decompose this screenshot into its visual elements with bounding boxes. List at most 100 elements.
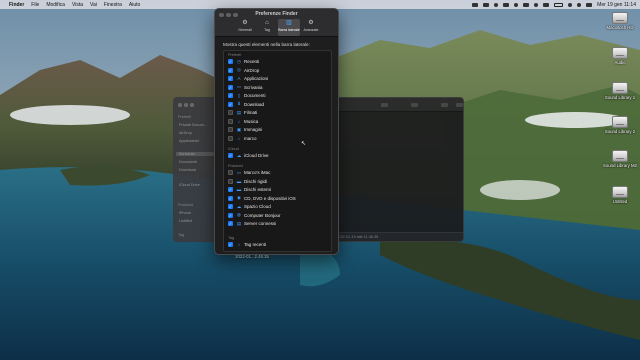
- option-label: Spazio Cloud: [244, 204, 271, 209]
- status-icon-1[interactable]: [472, 2, 479, 7]
- tab-avanzate[interactable]: ⚙ Avanzate: [300, 19, 322, 36]
- gear-icon: ⚙: [242, 20, 248, 26]
- sidebar-option-dischi-esterni[interactable]: ✓ ▬ Dischi esterni: [228, 186, 271, 193]
- tab-generali[interactable]: ⚙ Generali: [234, 19, 256, 36]
- desktop-drive-sound-library-2[interactable]: Sound Library 2: [596, 116, 640, 134]
- action-button[interactable]: [411, 103, 418, 107]
- status-icon-5[interactable]: [514, 2, 519, 7]
- checkbox-checked[interactable]: ✓: [228, 67, 233, 73]
- menubar-clock[interactable]: Mer 19 gen 11:14: [597, 2, 636, 8]
- finder-sidebar-item[interactable]: Documenti: [179, 160, 197, 164]
- cloud-icon: ☁: [236, 152, 242, 158]
- checkbox-checked[interactable]: ✓: [228, 76, 233, 81]
- tab-label: Barra laterale: [278, 28, 300, 32]
- checkbox-unchecked[interactable]: [228, 118, 233, 124]
- sidebar-option-download[interactable]: ✓ ⬇ Download: [228, 101, 264, 108]
- sidebar-option-tag-recenti[interactable]: ✓ ⌂ Tag recenti: [228, 241, 266, 248]
- status-icon-6[interactable]: [523, 2, 530, 7]
- spotlight-search-icon[interactable]: [577, 2, 582, 7]
- sidebar-option-immagini[interactable]: ▣ Immagini: [228, 126, 262, 133]
- wifi-icon[interactable]: [568, 2, 573, 7]
- menu-vista[interactable]: Vista: [72, 2, 83, 8]
- sidebar-option-recenti[interactable]: ✓ ◷ Recenti: [228, 58, 259, 65]
- status-icon-2[interactable]: [483, 2, 490, 7]
- sidebar-option-cd-dvd-ios[interactable]: ✓ ◉ CD, DVD e dispositivi iOS: [228, 195, 296, 202]
- checkbox-unchecked[interactable]: [228, 127, 233, 132]
- status-icon-8[interactable]: [543, 2, 550, 7]
- checkbox-checked[interactable]: ✓: [228, 101, 233, 107]
- sidebar-items-list: Preferiti ✓ ◷ Recenti ✓ ◎ AirDrop ✓ A Ap…: [223, 50, 332, 252]
- checkbox-unchecked[interactable]: [228, 135, 233, 141]
- finder-sidebar-item[interactable]: Scrivania: [176, 152, 214, 156]
- option-label: AirDrop: [244, 67, 260, 73]
- checkbox-checked[interactable]: ✓: [228, 212, 233, 218]
- option-label: Filmati: [244, 110, 258, 115]
- menu-file[interactable]: File: [31, 2, 39, 8]
- option-label: Server connessi: [244, 221, 277, 226]
- option-label: Dischi esterni: [244, 187, 272, 192]
- checkbox-checked[interactable]: ✓: [228, 195, 233, 201]
- sidebar-option-dischi-rigidi[interactable]: ▬ Dischi rigidi: [228, 178, 267, 185]
- sidebar-option-airdrop[interactable]: ✓ ◎ AirDrop: [228, 67, 259, 74]
- sidebar-option-marcos-imac[interactable]: ▭ Marco's iMac: [228, 169, 270, 176]
- minimize-icon[interactable]: [184, 103, 188, 107]
- checkbox-checked[interactable]: ✓: [228, 59, 233, 64]
- desktop-drive-macintosh-hd[interactable]: Macintosh HD: [596, 12, 640, 30]
- option-label: marco: [244, 135, 257, 141]
- sidebar-option-documenti[interactable]: ✓ ▯ Documenti: [228, 92, 266, 99]
- status-icon-4[interactable]: [503, 2, 510, 7]
- finder-sidebar-item[interactable]: AirDrop: [179, 131, 192, 135]
- desktop-drive-sound-library-m2[interactable]: Sound Library M2: [596, 150, 640, 168]
- zoom-icon[interactable]: [190, 103, 194, 107]
- finder-sidebar-item[interactable]: iCloud Drive: [179, 183, 200, 187]
- checkbox-checked[interactable]: ✓: [228, 221, 233, 226]
- finder-section-favorites: Preferiti: [178, 115, 192, 119]
- checkbox-checked[interactable]: ✓: [228, 204, 233, 209]
- checkbox-checked[interactable]: ✓: [228, 93, 233, 98]
- desktop-drive-sound-library-1[interactable]: Sound Library 1: [596, 82, 640, 100]
- sidebar-option-server-connessi[interactable]: ✓ ▤ Server connessi: [228, 220, 276, 227]
- battery-icon[interactable]: [554, 2, 564, 7]
- control-center-icon[interactable]: [586, 2, 593, 7]
- checkbox-unchecked[interactable]: [228, 170, 233, 175]
- finder-sidebar-item[interactable]: Private Docum...: [179, 123, 207, 127]
- sidebar-option-filmati[interactable]: ▤ Filmati: [228, 109, 257, 116]
- sidebar-option-computer-bonjour[interactable]: ✓ ◍ Computer Bonjour: [228, 212, 281, 219]
- harddisk-icon: ▬: [236, 178, 242, 184]
- desktop-drive-audio[interactable]: Audio: [596, 47, 640, 65]
- finder-sidebar-item[interactable]: iPhone: [179, 211, 191, 215]
- status-icon-3[interactable]: [494, 2, 499, 7]
- view-mode-button[interactable]: [381, 103, 388, 107]
- tab-barra-laterale[interactable]: ▥ Barra laterale: [278, 19, 300, 36]
- tag-button[interactable]: [456, 103, 463, 107]
- checkbox-checked[interactable]: ✓: [228, 84, 233, 90]
- menu-vai[interactable]: Vai: [90, 2, 97, 8]
- menu-modifica[interactable]: Modifica: [46, 2, 65, 8]
- sidebar-option-icloud-drive[interactable]: ✓ ☁ iCloud Drive: [228, 152, 269, 159]
- desktop-drive-untitled[interactable]: Untitled: [596, 186, 640, 204]
- sidebar-option-scrivania[interactable]: ✓ ▭ Scrivania: [228, 84, 263, 91]
- status-icon-7[interactable]: [534, 2, 539, 7]
- harddisk-icon: [612, 116, 628, 128]
- close-icon[interactable]: [178, 103, 182, 107]
- share-button[interactable]: [441, 103, 448, 107]
- tab-tag[interactable]: ⌂ Tag: [256, 19, 278, 36]
- drive-label: Audio: [614, 60, 626, 65]
- checkbox-checked[interactable]: ✓: [228, 153, 233, 158]
- sidebar-option-applicazioni[interactable]: ✓ A Applicazioni: [228, 75, 268, 82]
- drive-label: Untitled: [612, 199, 628, 204]
- finder-sidebar-item[interactable]: Download: [179, 168, 196, 172]
- checkbox-unchecked[interactable]: [228, 110, 233, 115]
- menu-finestra[interactable]: Finestra: [104, 2, 122, 8]
- checkbox-checked[interactable]: ✓: [228, 242, 233, 247]
- finder-sidebar-item[interactable]: Applicazioni: [179, 139, 199, 143]
- sidebar-option-spazio-cloud[interactable]: ✓ ☁ Spazio Cloud: [228, 203, 271, 210]
- checkbox-checked[interactable]: ✓: [228, 187, 233, 192]
- menu-app-name[interactable]: Finder: [9, 2, 24, 8]
- menu-aiuto[interactable]: Aiuto: [129, 2, 140, 8]
- option-label: Recenti: [244, 59, 260, 64]
- sidebar-option-marco[interactable]: ⌂ marco: [228, 135, 257, 142]
- finder-sidebar-item[interactable]: Untitled: [179, 219, 192, 223]
- sidebar-option-musica[interactable]: ♪ Musica: [228, 118, 258, 125]
- checkbox-unchecked[interactable]: [228, 178, 233, 184]
